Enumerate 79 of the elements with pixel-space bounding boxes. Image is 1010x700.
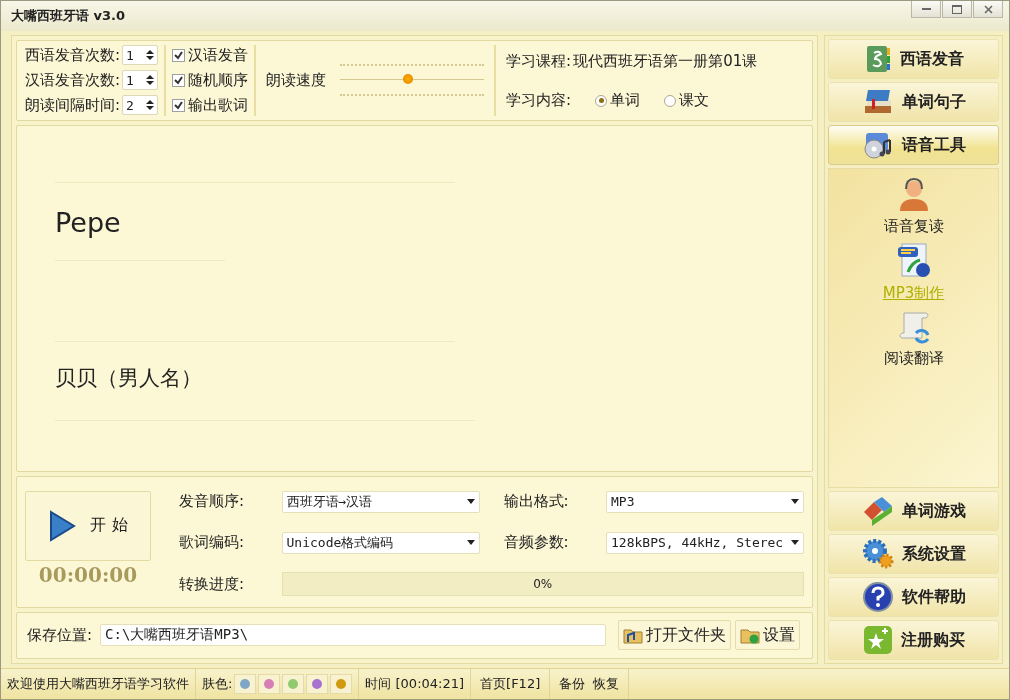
nav-button[interactable]: 西语发音 <box>828 39 999 79</box>
dropdown[interactable]: Unicode格式编码 <box>281 531 480 554</box>
window-title: 大嘴西班牙语 v3.0 <box>11 7 126 25</box>
spinner-label: 朗读间隔时间: <box>25 95 121 115</box>
minimize-button[interactable] <box>911 1 941 18</box>
close-icon <box>983 4 993 14</box>
dropdown[interactable]: 128kBPS, 44kHz, Sterec <box>606 531 804 554</box>
gears-icon <box>861 539 894 569</box>
radio-option[interactable]: 课文 <box>664 91 710 111</box>
spinner-arrows-icon <box>146 49 155 62</box>
checkbox[interactable]: 汉语发音 <box>172 43 249 67</box>
home-link[interactable]: 首页[F12] <box>477 675 544 693</box>
dropdown[interactable]: MP3 <box>606 490 804 513</box>
spinner-arrows-icon <box>146 99 155 112</box>
maximize-icon <box>952 4 962 14</box>
skin-swatch[interactable] <box>306 674 329 694</box>
dropdown-arrow-icon <box>791 499 799 505</box>
help-icon <box>861 581 894 613</box>
field-label: 输出格式: <box>503 492 570 512</box>
dropdown[interactable]: 西班牙语→汉语 <box>281 490 480 513</box>
star-plus-icon <box>862 625 893 655</box>
backup-link[interactable]: 备份 <box>556 675 589 693</box>
content-label: 学习内容: <box>506 91 572 111</box>
course-label: 学习课程: <box>506 52 572 72</box>
course-value: 现代西班牙语第一册第01课 <box>573 52 758 72</box>
minimize-icon <box>921 7 931 11</box>
save-path-field[interactable]: C:\大嘴西班牙语MP3\ <box>100 624 607 647</box>
field-label: 歌词编码: <box>179 533 246 553</box>
welcome-text: 欢迎使用大嘴西班牙语学习软件 <box>7 675 189 693</box>
progress-reading: 0% <box>533 577 553 592</box>
speed-slider[interactable] <box>340 64 485 97</box>
dropdown-arrow-icon <box>791 540 799 546</box>
music-folder-icon <box>623 626 644 645</box>
nav-button[interactable]: 单词游戏 <box>828 491 999 531</box>
skin-label: 肤色: <box>202 675 233 693</box>
spinner-label: 西语发音次数: <box>25 45 121 65</box>
time-text: 时间 [00:04:21] <box>365 675 465 693</box>
nav-button[interactable]: 单词句子 <box>828 82 999 122</box>
number-spinner[interactable]: 1 <box>122 45 159 66</box>
checkmark-icon <box>174 75 184 85</box>
spinner-label: 汉语发音次数: <box>25 70 121 90</box>
skin-swatch[interactable] <box>282 674 305 694</box>
chinese-meaning: 贝贝（男人名） <box>55 364 203 392</box>
field-label: 发音顺序: <box>179 492 246 512</box>
folder-button[interactable]: 打开文件夹 <box>618 620 732 651</box>
checkbox[interactable]: 随机顺序 <box>172 68 249 92</box>
skin-swatch[interactable] <box>330 674 353 694</box>
checkbox[interactable]: 输出歌词 <box>172 93 249 117</box>
cd-music-icon <box>861 130 894 160</box>
nav-button[interactable]: 系统设置 <box>828 534 999 574</box>
spanish-word: Pepe <box>55 206 122 238</box>
checkmark-icon <box>174 50 184 60</box>
tool-link[interactable]: 语音复读 <box>883 177 944 236</box>
skin-swatch[interactable] <box>258 674 281 694</box>
nav-button[interactable]: 软件帮助 <box>828 577 999 617</box>
number-spinner[interactable]: 2 <box>122 95 159 116</box>
nav-button[interactable]: 注册购买 <box>828 620 999 660</box>
field-label: 音频参数: <box>503 533 570 553</box>
close-button[interactable] <box>973 1 1003 18</box>
checkmark-icon <box>174 100 184 110</box>
skin-swatch[interactable] <box>234 674 257 694</box>
tool-link[interactable]: 阅读翻译 <box>883 309 944 368</box>
spinner-arrows-icon <box>146 74 155 87</box>
speed-label: 朗读速度 <box>266 70 327 90</box>
play-icon <box>48 509 77 542</box>
dropdown-arrow-icon <box>466 499 475 505</box>
restore-link[interactable]: 恢复 <box>590 675 623 693</box>
number-spinner[interactable]: 1 <box>122 70 159 91</box>
progress-label: 转换进度: <box>179 574 246 594</box>
radio-option[interactable]: 单词 <box>595 91 641 111</box>
mp3-file-icon <box>895 242 932 280</box>
start-button[interactable]: 开 始 <box>25 490 151 561</box>
timer: 00:00:00 <box>38 562 138 587</box>
nav-button[interactable]: 语音工具 <box>828 125 999 165</box>
check-folder-icon <box>740 626 761 645</box>
maximize-button[interactable] <box>942 1 972 18</box>
dropdown-arrow-icon <box>466 540 475 546</box>
save-label: 保存位置: <box>27 625 93 645</box>
folder-button[interactable]: 设置 <box>735 620 801 651</box>
